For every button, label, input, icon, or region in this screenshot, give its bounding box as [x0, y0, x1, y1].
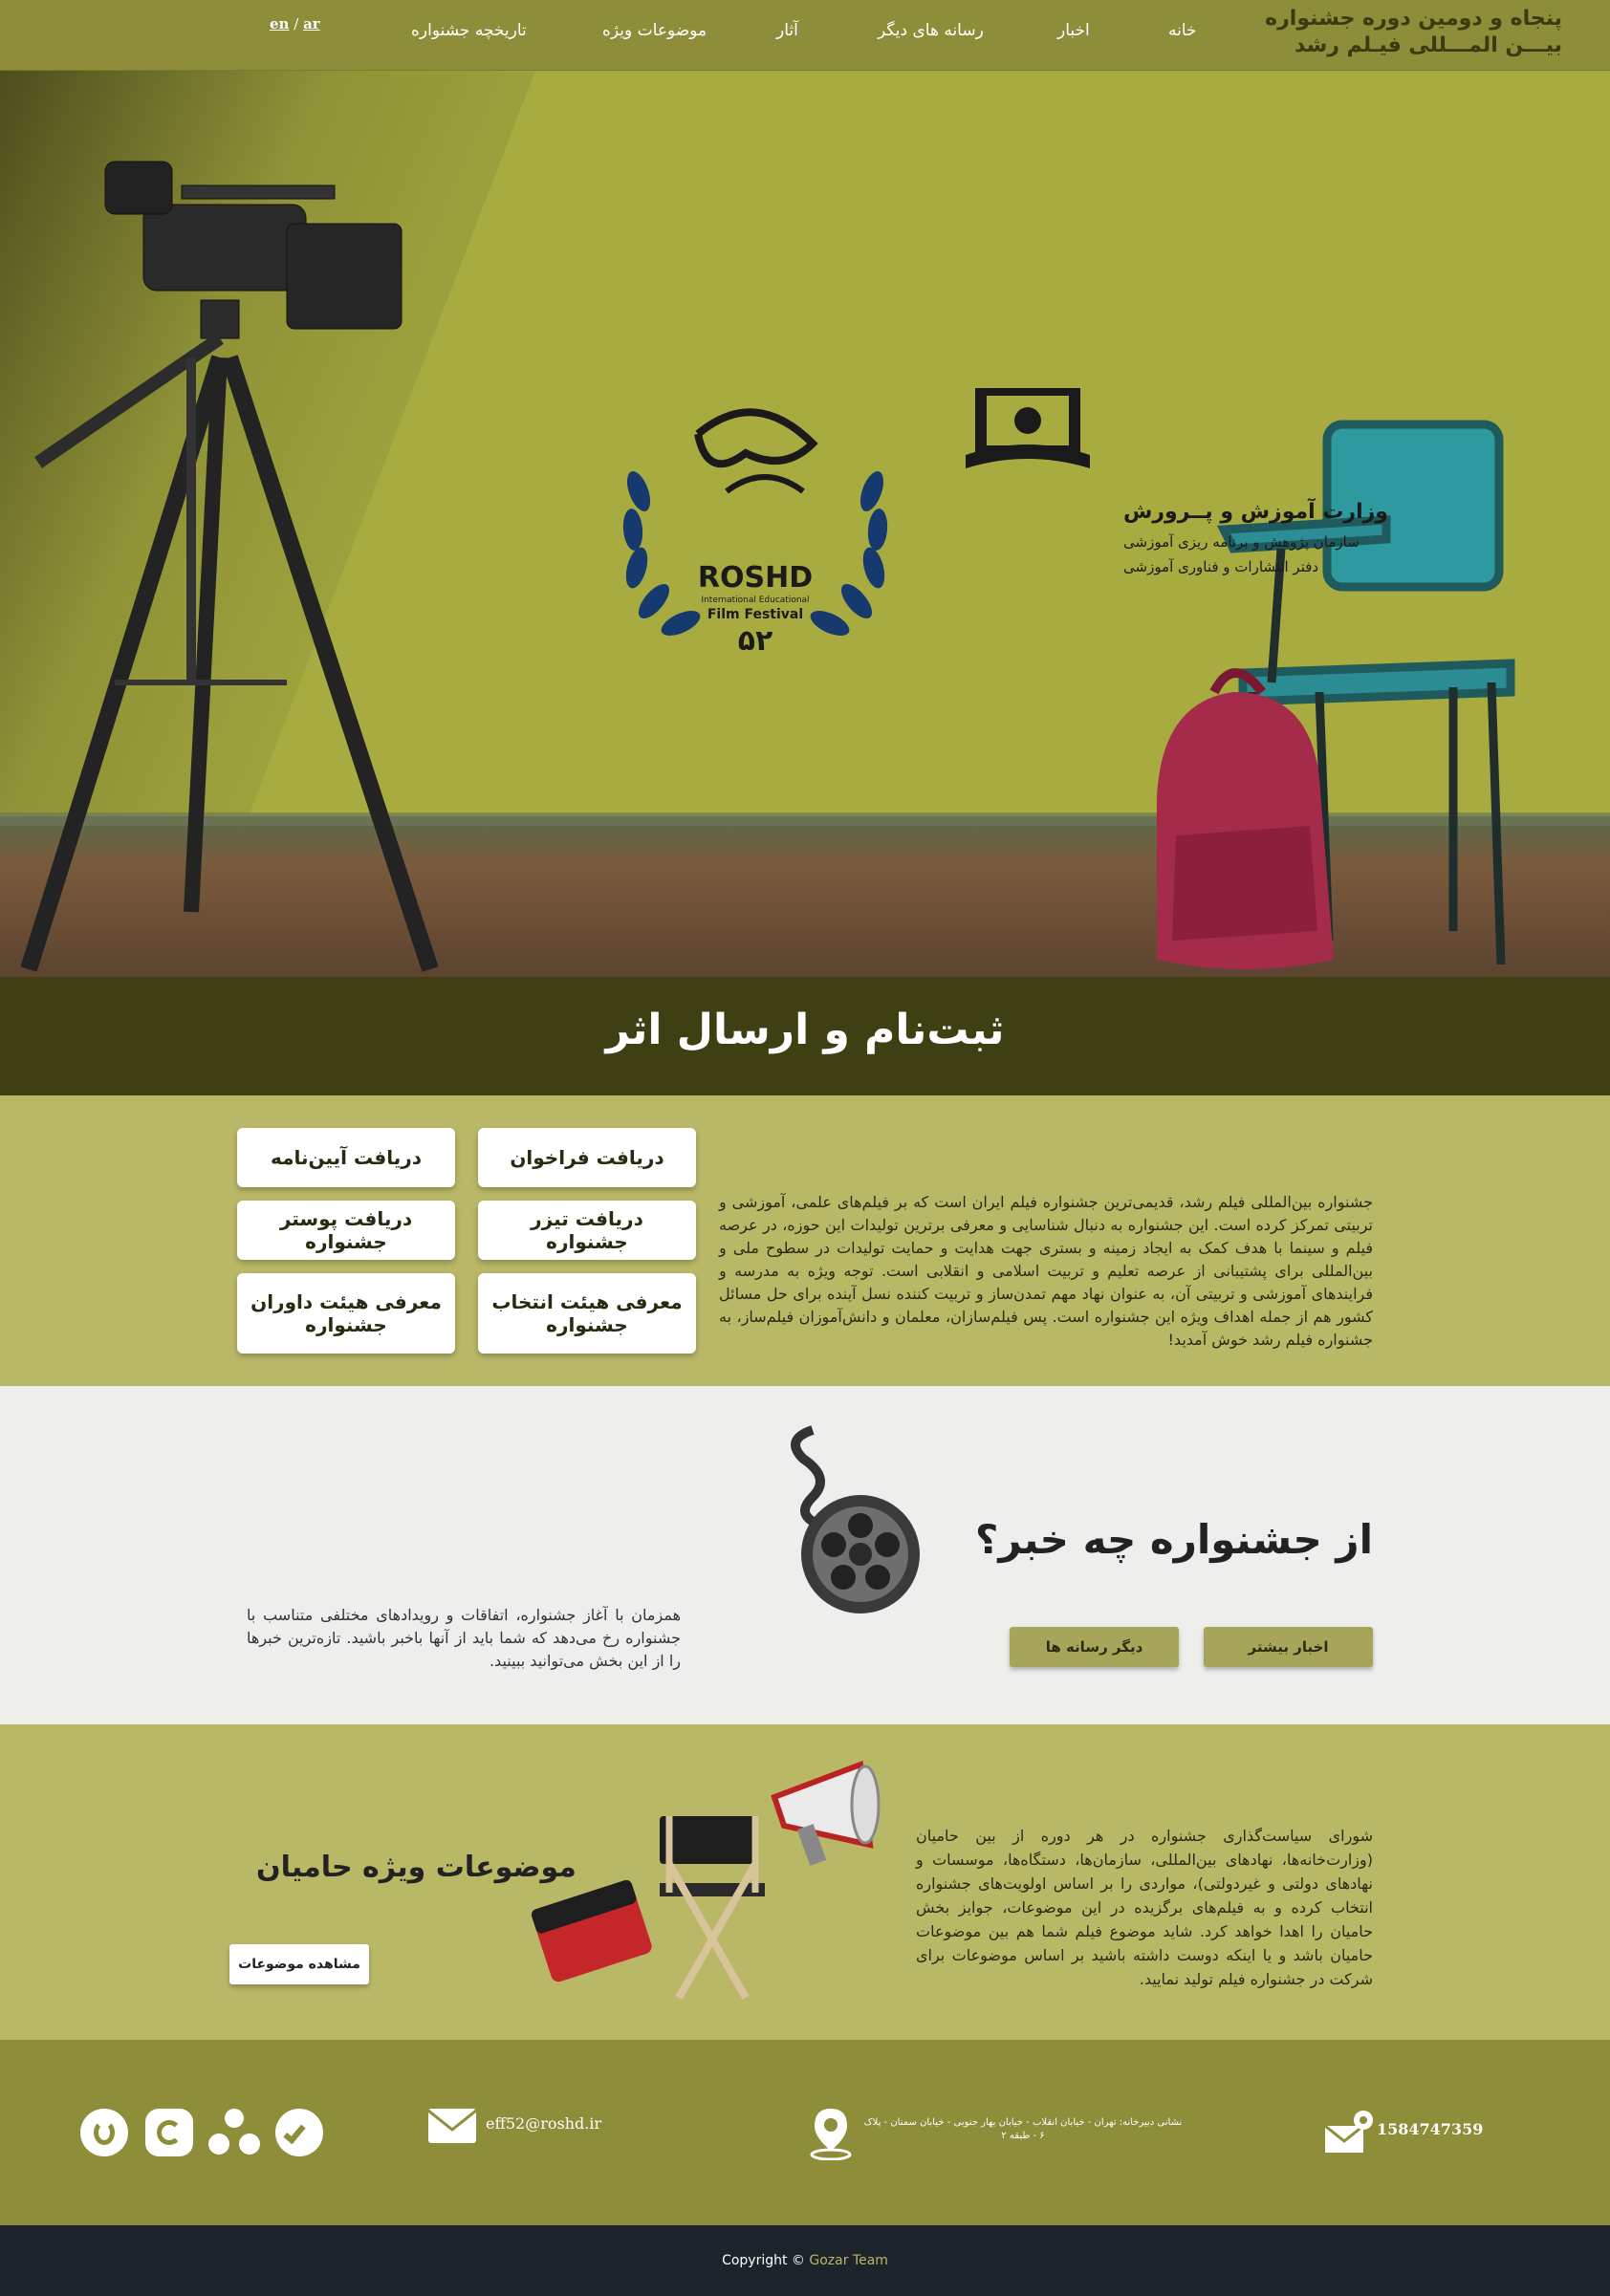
copyright-bar: Copyright © Gozar Team [0, 2225, 1610, 2296]
envelope-icon [427, 2109, 477, 2143]
site-brand[interactable]: پنجاه و دومین دوره جشنواره بیـــن المـــ… [1265, 6, 1562, 59]
megaphone-icon [771, 1760, 881, 1866]
briefcase-icon [531, 1879, 652, 1982]
email-link[interactable]: eff52@roshd.ir [486, 2114, 601, 2133]
props-illustration [531, 1760, 881, 2000]
location-pin-icon [810, 2109, 852, 2160]
top-nav-bar: پنجاه و دومین دوره جشنواره بیـــن المـــ… [0, 0, 1610, 71]
social-icon-2[interactable] [145, 2109, 193, 2156]
nav-news[interactable]: اخبار [1057, 21, 1090, 40]
hero-illustration: وزارت آموزش و پــرورش سازمان پژوهش و برن… [0, 71, 1610, 977]
festival-name: ROSHD [698, 561, 813, 595]
festival-number: ۵۲ [738, 624, 773, 658]
footer: 1584747359 نشانی دبیرخانه: تهران - خیابا… [0, 2040, 1610, 2225]
ministry-line3: دفتر انتشارات و فناوری آموزشی [1123, 558, 1318, 575]
download-regulations-button[interactable]: دریافت آیین‌نامه [237, 1128, 455, 1187]
nav-home[interactable]: خانه [1168, 21, 1197, 40]
nav-special-topics[interactable]: موضوعات ویژه [602, 21, 707, 40]
nav-history[interactable]: تاریخچه جشنواره [411, 21, 527, 40]
lang-en-link[interactable]: en [270, 15, 289, 32]
sponsors-section: شورای سیاست‌گذاری جشنواره در هر دوره از … [0, 1724, 1610, 2040]
festival-intro-text: جشنواره بین‌المللی فیلم رشد، قدیمی‌ترین … [719, 1193, 1373, 1349]
sponsors-text: شورای سیاست‌گذاری جشنواره در هر دوره از … [916, 1827, 1373, 1988]
download-call-button[interactable]: دریافت فراخوان [478, 1128, 696, 1187]
festival-sub1: International Educational [701, 596, 809, 605]
copyright-text: Copyright © [722, 2253, 805, 2268]
festival-info-section: جشنواره بین‌المللی فیلم رشد، قدیمی‌ترین … [0, 1095, 1610, 1386]
ministry-line2: سازمان پژوهش و برنامه ریزی آموزشی [1123, 533, 1360, 552]
register-section-header: ثبت‌نام و ارسال اثر [0, 977, 1610, 1095]
news-section: از جشنواره چه خبر؟ اخبار بیشتر دیگر رسان… [0, 1386, 1610, 1724]
postal-code: 1584747359 [1377, 2120, 1484, 2138]
register-title: ثبت‌نام و ارسال اثر [605, 1006, 1005, 1054]
more-news-button[interactable]: اخبار بیشتر [1204, 1627, 1373, 1667]
download-teaser-button[interactable]: دریافت تیزر جشنواره [478, 1201, 696, 1260]
team-link[interactable]: Gozar Team [809, 2253, 888, 2268]
social-icon-4[interactable] [275, 2109, 323, 2156]
director-chair-icon [660, 1816, 765, 2000]
nav-other-media[interactable]: رسانه های دیگر [878, 21, 984, 40]
ministry-title: وزارت آموزش و پــرورش [1123, 497, 1388, 524]
festival-sub2: Film Festival [707, 607, 803, 622]
brand-line1: پنجاه و دومین دوره جشنواره [1265, 7, 1562, 31]
social-icon-3[interactable] [208, 2109, 260, 2156]
language-switcher: en / ar [270, 15, 320, 32]
mail-pin-icon [1324, 2111, 1373, 2153]
nav-works[interactable]: آثار [776, 21, 798, 40]
brand-line2: بیـــن المـــللی فیـلم رشد [1294, 33, 1562, 57]
selection-committee-button[interactable]: معرفی هیئت انتخاب جشنواره [478, 1273, 696, 1354]
other-media-button[interactable]: دیگر رسانه ها [1010, 1627, 1179, 1667]
ministry-logo [966, 388, 1090, 468]
social-icon-1[interactable] [80, 2109, 128, 2156]
jury-button[interactable]: معرفی هیئت داوران جشنواره [237, 1273, 455, 1354]
news-intro-text: همزمان با آغاز جشنواره، اتفاقات و رویداد… [247, 1606, 681, 1670]
page: پنجاه و دومین دوره جشنواره بیـــن المـــ… [0, 0, 1610, 2296]
address-text: نشانی دبیرخانه: تهران - خیابان انقلاب - … [863, 2117, 1183, 2141]
hero-banner: وزارت آموزش و پــرورش سازمان پژوهش و برن… [0, 71, 1610, 977]
news-title: از جشنواره چه خبر؟ [975, 1516, 1373, 1563]
lang-separator: / [294, 15, 299, 32]
download-poster-button[interactable]: دریافت پوستر جشنواره [237, 1201, 455, 1260]
film-reel-icon [791, 1425, 920, 1614]
lang-ar-link[interactable]: ar [303, 15, 320, 32]
view-topics-button[interactable]: مشاهده موضوعات [229, 1944, 369, 1984]
